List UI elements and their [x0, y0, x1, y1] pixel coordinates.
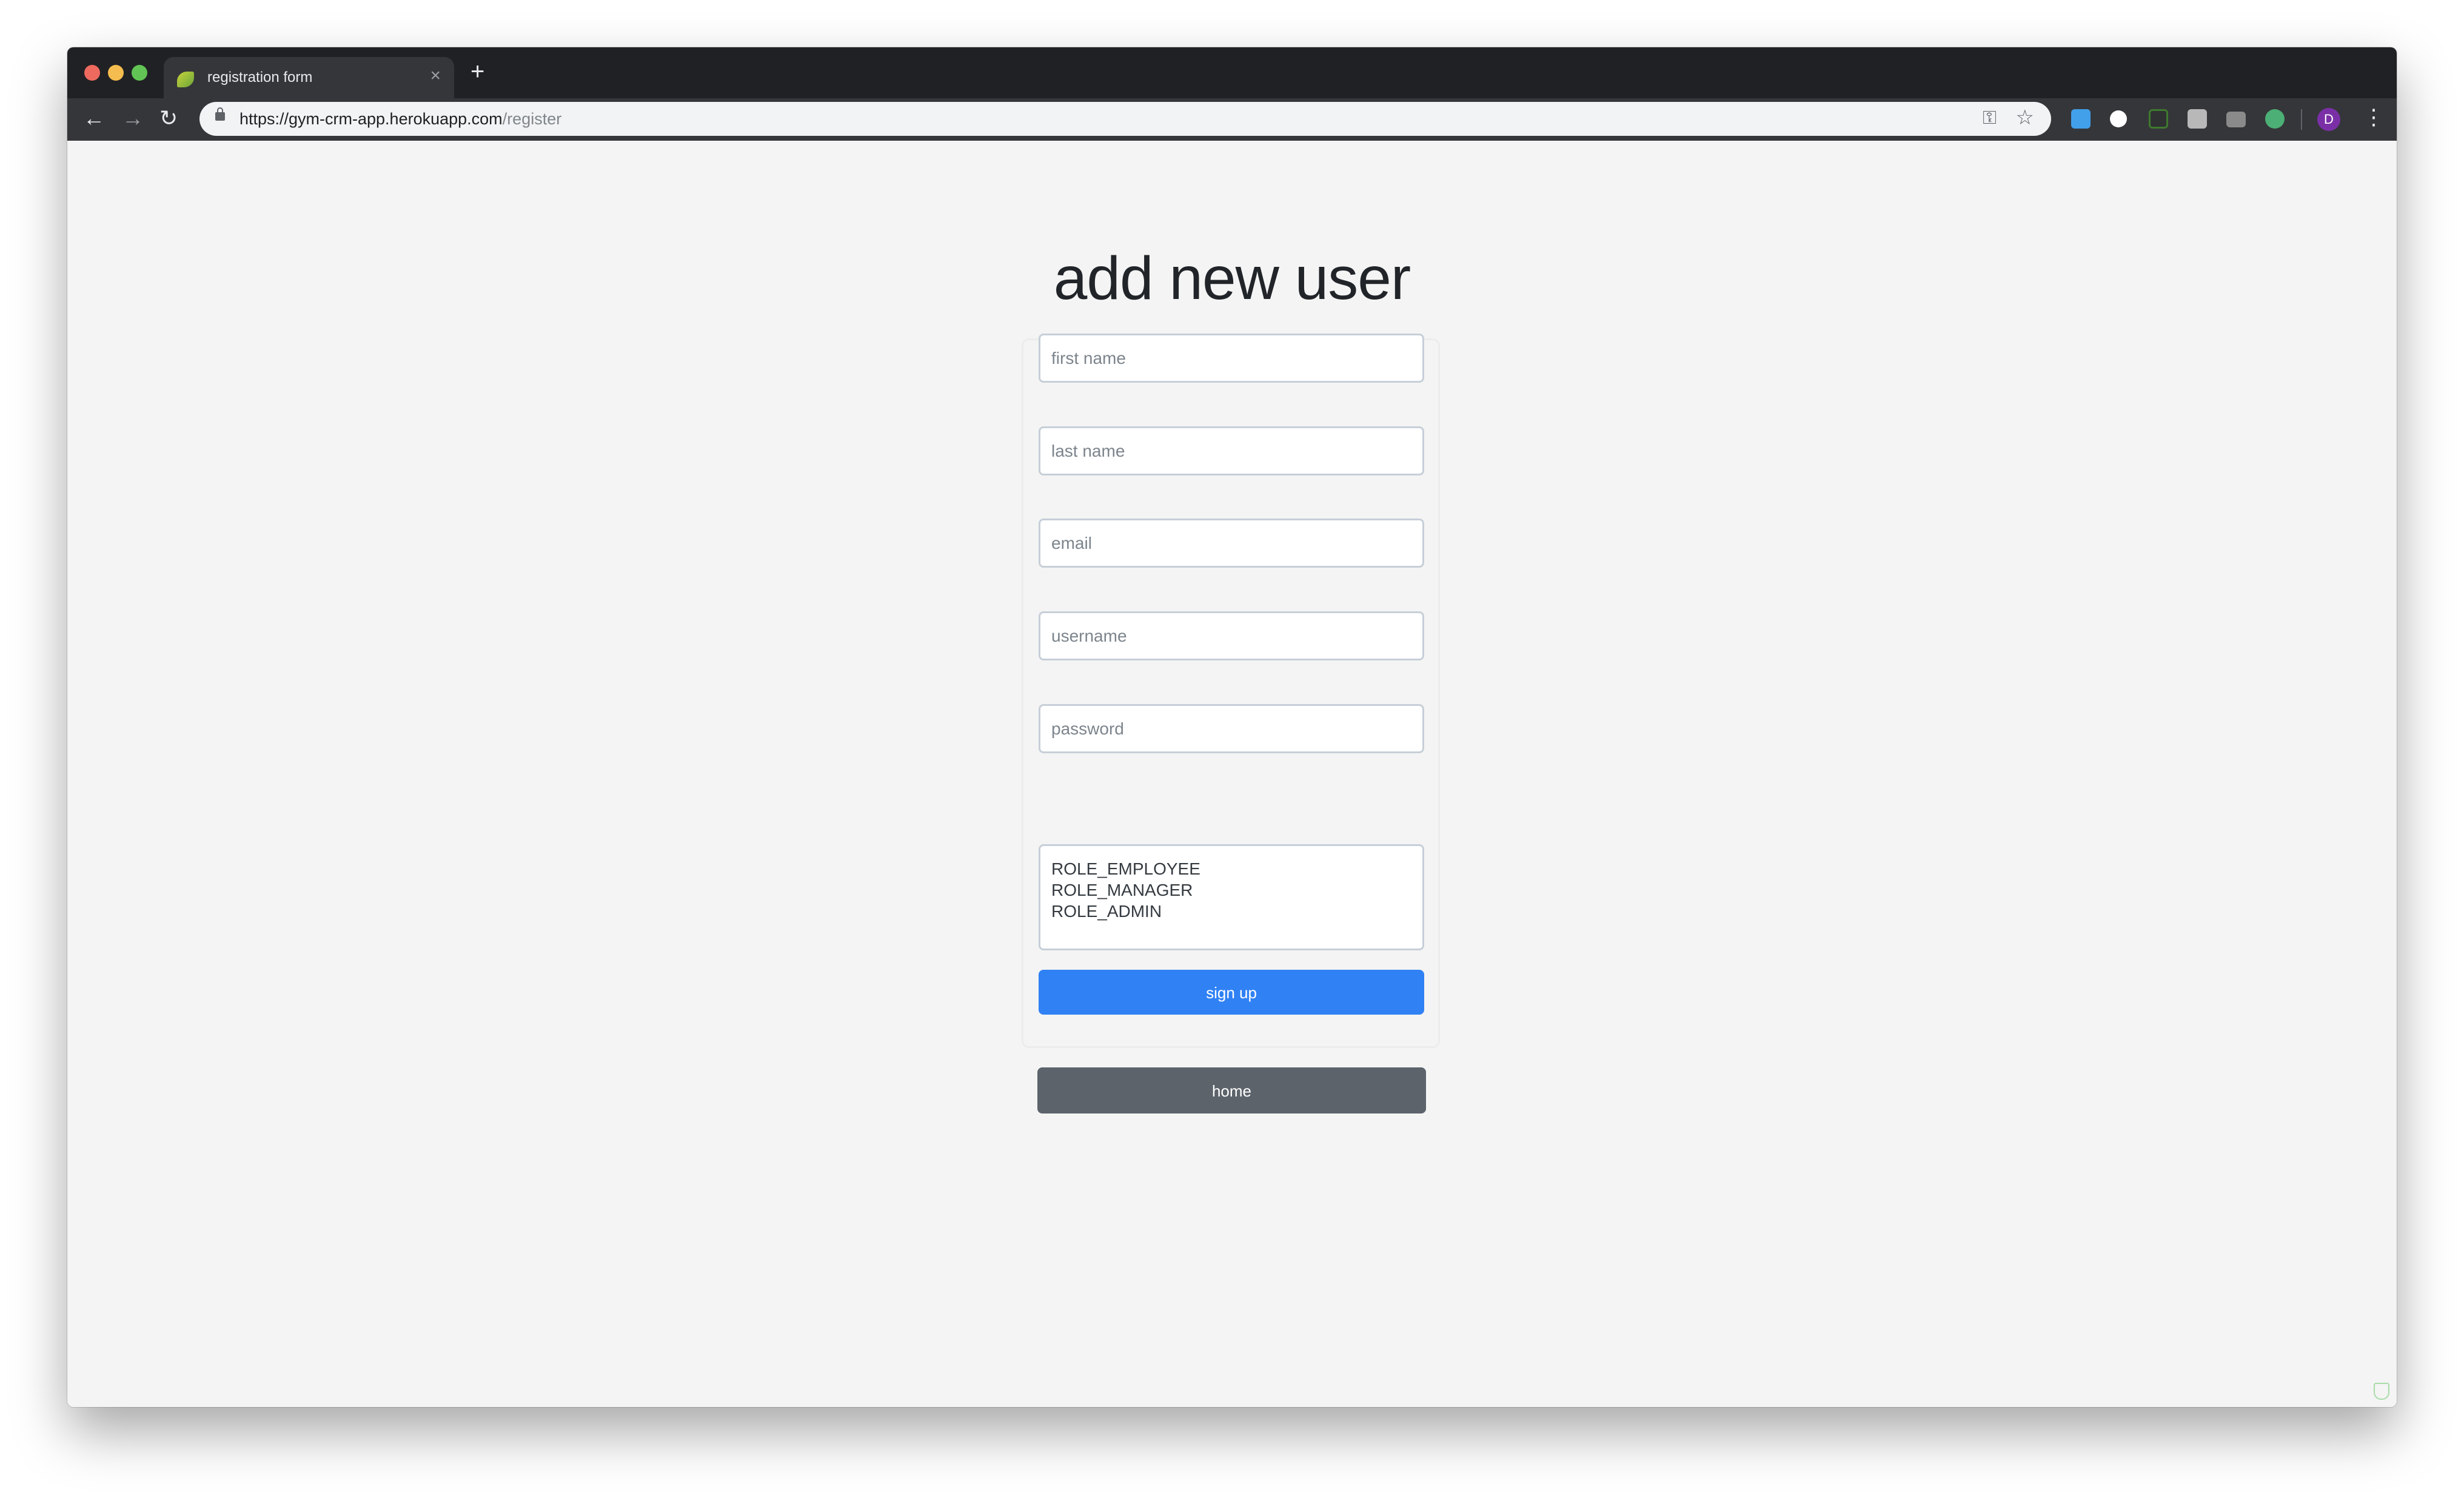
role-option[interactable]: ROLE_MANAGER	[1051, 879, 1411, 901]
profile-avatar[interactable]: D	[2317, 108, 2340, 131]
handwriting-extension-icon[interactable]	[2188, 109, 2207, 129]
folder-extension-icon[interactable]	[2071, 109, 2091, 129]
toolbar-divider	[2301, 109, 2302, 130]
home-button[interactable]: home	[1037, 1067, 1426, 1113]
close-window-button[interactable]	[84, 65, 100, 81]
key-icon[interactable]: ⚿	[1983, 108, 1997, 129]
screenshot-crop-icon[interactable]	[2149, 109, 2168, 129]
username-input[interactable]	[1039, 611, 1424, 660]
tab-title: registration form	[207, 69, 313, 86]
tab-bar: registration form × +	[67, 47, 2397, 98]
page-title: add new user	[1053, 244, 1411, 312]
camera-icon[interactable]	[2226, 112, 2246, 127]
role-option[interactable]: ROLE_ADMIN	[1051, 901, 1411, 922]
url-host: https://gym-crm-app.herokuapp.com	[239, 110, 503, 128]
browser-window: registration form × + ← → ↻ https://gym-…	[67, 47, 2397, 1407]
browser-toolbar: ← → ↻ https://gym-crm-app.herokuapp.com/…	[67, 98, 2397, 141]
reload-icon[interactable]: ↻	[159, 106, 178, 131]
bookmark-star-icon[interactable]: ☆	[2016, 106, 2034, 130]
minimize-window-button[interactable]	[108, 65, 124, 81]
tab-close-icon[interactable]: ×	[430, 65, 441, 86]
last-name-input[interactable]	[1039, 426, 1424, 475]
forward-icon[interactable]: →	[122, 106, 144, 131]
role-option[interactable]: ROLE_EMPLOYEE	[1051, 858, 1411, 879]
roles-multiselect[interactable]: ROLE_EMPLOYEE ROLE_MANAGER ROLE_ADMIN	[1039, 844, 1424, 950]
url-text: https://gym-crm-app.herokuapp.com/regist…	[239, 110, 561, 129]
page-content: add new user ROLE_EMPLOYEE ROLE_MANAGER …	[67, 141, 2397, 1407]
first-name-input[interactable]	[1039, 334, 1424, 383]
maximize-window-button[interactable]	[132, 65, 147, 81]
json-viewer-icon[interactable]	[2110, 110, 2127, 127]
password-input[interactable]	[1039, 704, 1424, 753]
grammarly-icon[interactable]	[2265, 109, 2285, 129]
back-icon[interactable]: ←	[83, 106, 105, 131]
url-path: /register	[502, 110, 562, 128]
sign-up-button[interactable]: sign up	[1039, 970, 1424, 1015]
lock-icon	[215, 107, 225, 121]
new-tab-button[interactable]: +	[470, 58, 484, 86]
spring-leaf-icon	[177, 72, 194, 87]
shield-icon	[2374, 1383, 2389, 1400]
tab-registration-form[interactable]: registration form ×	[164, 57, 454, 98]
email-input[interactable]	[1039, 519, 1424, 568]
address-bar[interactable]: https://gym-crm-app.herokuapp.com/regist…	[199, 102, 2051, 136]
browser-menu-icon[interactable]: ⋮	[2363, 104, 2385, 130]
